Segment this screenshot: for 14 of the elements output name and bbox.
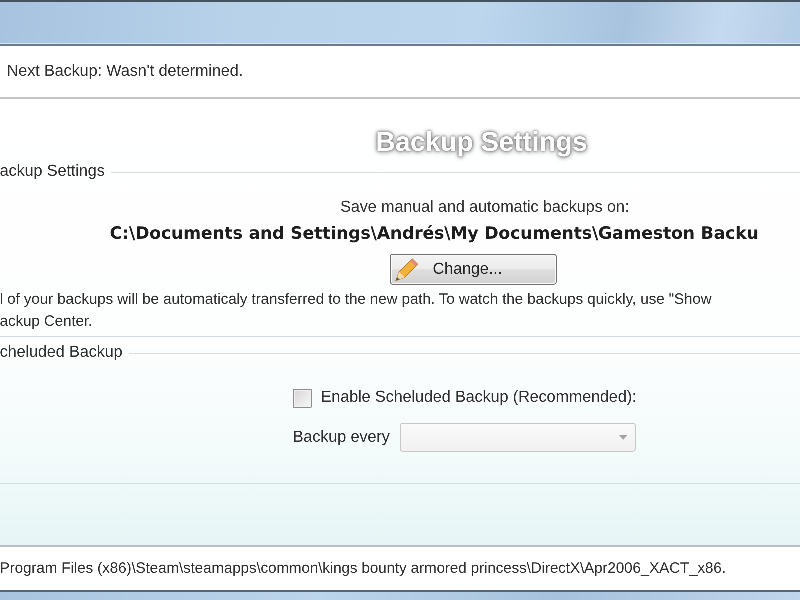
change-button[interactable]: Change... — [390, 254, 557, 285]
caret-icon — [619, 435, 628, 440]
page-heading: Backup Settings — [376, 126, 588, 158]
group-title: cheluded Backup — [0, 344, 123, 362]
checkbox[interactable] — [293, 388, 312, 408]
next-backup-text: Next Backup: Wasn't determined. — [7, 62, 244, 80]
status-path: Program Files (x86)\Steam\steamapps\common\kings bounty armored princess\DirectX\Apr2006_XACT_x86. — [0, 560, 726, 577]
interval-label: Backup every — [293, 428, 391, 446]
transfer-note: l of your backups will be automaticaly transferred to the new path. To watch the backups quickly, use "Show ackup Center. — [0, 290, 712, 332]
checkbox-label: Enable Scheluded Backup (Recommended): — [321, 389, 637, 407]
pencil-icon — [395, 258, 419, 282]
group-title: ackup Settings — [0, 163, 105, 181]
backup-path: C:\Documents and Settings\Andrés\My Documents\Gameston Backu — [110, 223, 759, 246]
save-location-label: Save manual and automatic backups on: — [340, 198, 630, 218]
